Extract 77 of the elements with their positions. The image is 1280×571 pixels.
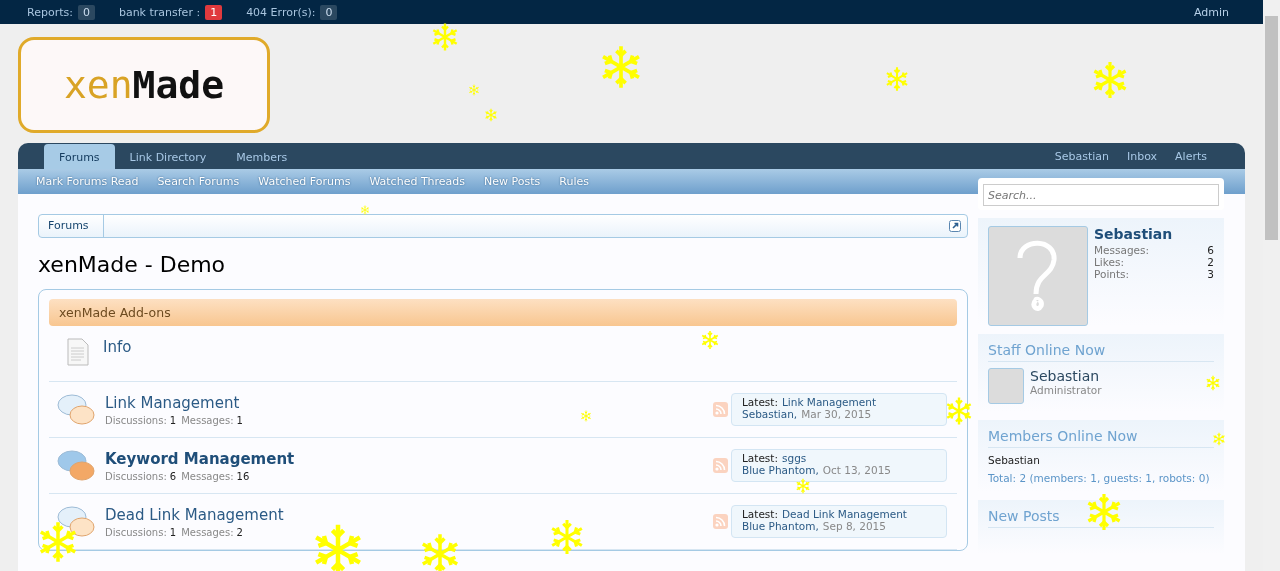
snowflake-icon (580, 410, 592, 422)
snowflake-icon (484, 108, 498, 122)
member-name[interactable]: Sebastian (1030, 368, 1102, 384)
rss-icon[interactable] (713, 402, 728, 417)
stat-label: Messages: (181, 526, 234, 538)
account-link[interactable]: Alerts (1175, 149, 1207, 163)
latest-label: Latest: (742, 508, 778, 520)
stat-value: 16 (236, 470, 250, 482)
stat-label: Discussions: (105, 526, 167, 538)
member-role: Administrator (1030, 384, 1102, 396)
nav-tab[interactable]: Members (221, 144, 303, 169)
latest-date: Oct 13, 2015 (822, 464, 891, 476)
page-title: xenMade - Demo (38, 252, 226, 277)
nav-tab[interactable]: Forums (44, 144, 115, 169)
avatar-placeholder[interactable] (988, 368, 1024, 404)
latest-thread-link[interactable]: Link Management (782, 396, 876, 408)
snowflake-icon (795, 478, 811, 494)
snowflake-icon (468, 84, 480, 96)
stat-label: Points: (1094, 268, 1130, 280)
count-badge: 0 (77, 4, 95, 20)
stat-value: 1 (169, 414, 177, 426)
stat-value: 1 (169, 526, 177, 538)
account-link[interactable]: Sebastian (1054, 149, 1109, 163)
external-link-icon[interactable] (949, 220, 961, 232)
rss-icon[interactable] (713, 514, 728, 529)
snowflake-icon (884, 66, 910, 92)
stat-value: 2 (236, 526, 243, 538)
member-name[interactable]: Sebastian (988, 454, 1214, 466)
section-heading: Members Online Now (988, 428, 1214, 448)
latest-user-link[interactable]: Sebastian, (742, 408, 798, 420)
forum-title-link[interactable]: Link Management (105, 393, 713, 412)
latest-date: Sep 8, 2015 (822, 520, 886, 532)
section-heading: New Posts (988, 508, 1214, 528)
visitor-name[interactable]: Sebastian (1094, 226, 1214, 242)
latest-date: Mar 30, 2015 (801, 408, 872, 420)
counter-label[interactable]: 404 Error(s): (246, 5, 316, 19)
breadcrumb-link[interactable]: Forums (39, 215, 104, 237)
stat-label: Likes: (1094, 256, 1124, 268)
latest-user-link[interactable]: Blue Phantom, (742, 520, 819, 532)
nav-tab[interactable]: Link Directory (114, 144, 222, 169)
counter-label[interactable]: Reports: (27, 5, 73, 19)
document-icon (67, 338, 89, 366)
forum-title-link[interactable]: Keyword Management (105, 449, 713, 468)
stat-value: 6 (169, 470, 177, 482)
latest-thread-link[interactable]: Dead Link Management (782, 508, 907, 520)
stat-value: 6 (1207, 244, 1214, 256)
count-badge: 1 (205, 4, 223, 20)
logo[interactable]: xenMade (18, 37, 270, 133)
avatar-placeholder[interactable] (988, 226, 1088, 326)
snowflake-icon (360, 205, 370, 215)
latest-thread-link[interactable]: sggs (782, 452, 807, 464)
counter-label[interactable]: bank transfer : (118, 5, 201, 19)
admin-link[interactable]: Admin (1193, 5, 1229, 19)
latest-user-link[interactable]: Blue Phantom, (742, 464, 819, 476)
stat-value: 3 (1207, 268, 1214, 280)
snowflake-icon (430, 22, 460, 52)
snowflake-icon (700, 330, 720, 350)
snowflake-icon (1205, 375, 1221, 391)
stat-value: 2 (1207, 256, 1214, 268)
snowflake-icon (944, 396, 974, 426)
forum-title-link[interactable]: Dead Link Management (105, 505, 713, 524)
category-header[interactable]: xenMade Add-ons (49, 299, 957, 326)
stat-value: 1 (236, 414, 243, 426)
count-badge: 0 (320, 4, 338, 20)
rss-icon[interactable] (713, 458, 728, 473)
stat-label: Discussions: (105, 470, 167, 482)
search-field[interactable]: Search... (983, 184, 1219, 206)
section-heading: Staff Online Now (988, 342, 1214, 362)
page-link[interactable]: Info (103, 338, 132, 356)
snowflake-icon (1212, 432, 1226, 446)
latest-label: Latest: (742, 452, 778, 464)
stat-label: Messages: (181, 414, 234, 426)
latest-label: Latest: (742, 396, 778, 408)
stat-label: Discussions: (105, 414, 167, 426)
account-link[interactable]: Inbox (1126, 149, 1158, 163)
stat-label: Messages: (1094, 244, 1150, 256)
stat-label: Messages: (181, 470, 234, 482)
